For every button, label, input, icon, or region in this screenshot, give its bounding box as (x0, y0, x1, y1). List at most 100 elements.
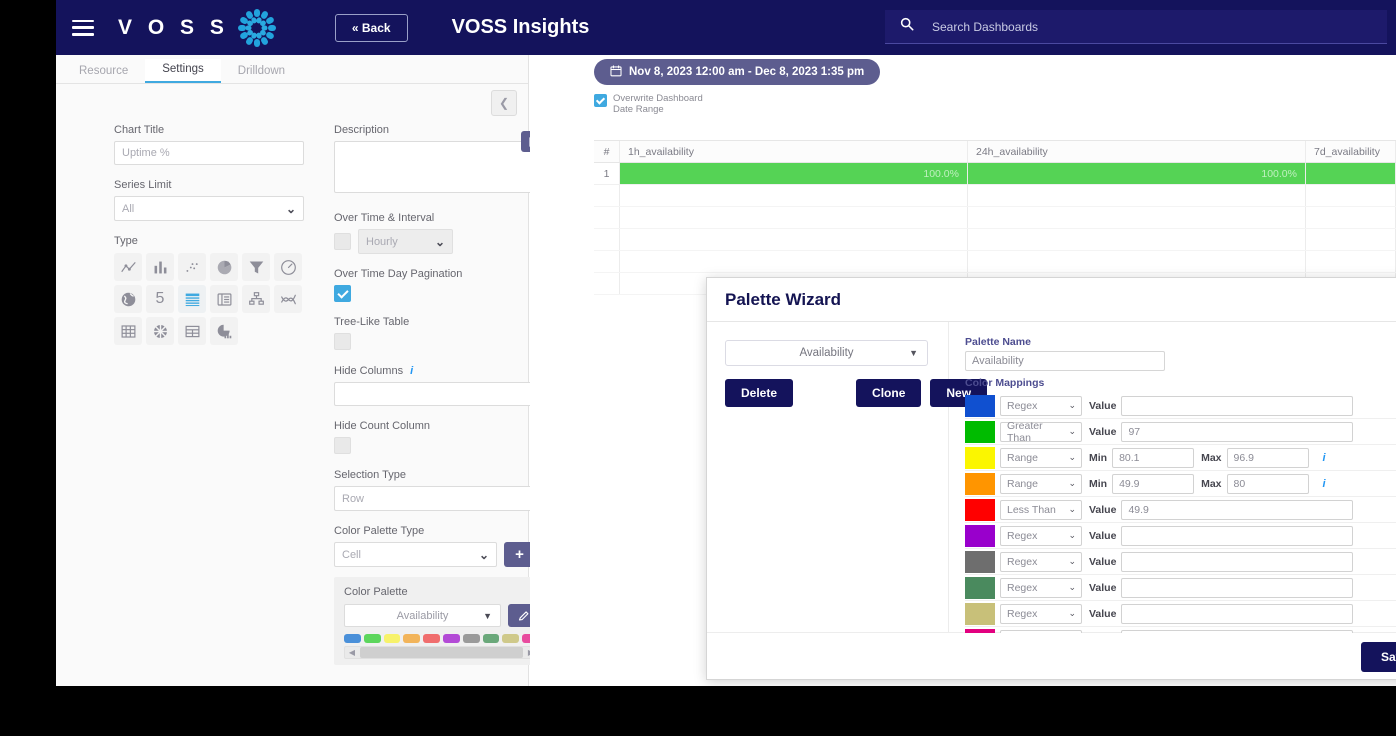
mapping-value-input[interactable] (1121, 499, 1354, 520)
tab-settings[interactable]: Settings (145, 59, 221, 83)
pivot-table-icon[interactable] (178, 317, 206, 345)
scatter-chart-icon[interactable] (178, 253, 206, 281)
hamburger-icon[interactable] (72, 19, 94, 36)
mapping-min-input[interactable] (1112, 447, 1195, 468)
search-bar[interactable] (885, 10, 1387, 44)
mapping-type-select[interactable]: Regex⌄ (1000, 525, 1082, 546)
series-limit-value: All (122, 202, 135, 215)
search-input[interactable] (930, 18, 1350, 35)
scroll-thumb[interactable] (360, 647, 523, 658)
mapping-color-swatch[interactable] (965, 602, 995, 625)
mapping-max-input[interactable] (1226, 447, 1309, 468)
mapping-color-swatch[interactable] (965, 628, 995, 633)
interval-select[interactable]: Hourly ⌄ (358, 229, 453, 254)
color-palette-value: Availability (396, 609, 449, 622)
mapping-type-select[interactable]: Regex⌄ (1000, 603, 1082, 624)
mapping-color-swatch[interactable] (965, 472, 995, 495)
mapping-color-swatch[interactable] (965, 446, 995, 469)
table-header-1h: 1h_availability (620, 141, 968, 162)
tree-like-table-checkbox[interactable] (334, 333, 351, 351)
chevron-left-icon[interactable]: ❮ (491, 90, 517, 116)
mapping-color-swatch[interactable] (965, 498, 995, 521)
palette-swatch[interactable] (383, 634, 401, 643)
org-chart-icon[interactable] (242, 285, 270, 313)
clone-button[interactable]: Clone (856, 379, 922, 407)
chevron-down-icon: ⌄ (1068, 608, 1076, 618)
mapping-color-swatch[interactable] (965, 394, 995, 417)
delete-button[interactable]: Delete (725, 379, 794, 407)
description-textarea[interactable] (334, 141, 549, 193)
mapping-color-swatch[interactable] (965, 576, 995, 599)
hide-count-column-checkbox[interactable] (334, 437, 351, 455)
palette-swatch[interactable] (363, 634, 381, 643)
mapping-type-select[interactable]: Less Than ⌄ (1000, 499, 1082, 520)
mapping-color-swatch[interactable] (965, 420, 995, 443)
table-row[interactable]: 1 100.0% 100.0% (594, 163, 1396, 185)
info-icon[interactable]: i (1323, 452, 1326, 464)
mapping-value-input[interactable] (1121, 525, 1354, 546)
palette-dropdown[interactable]: Availability ▼ (725, 340, 928, 366)
bar-chart-icon[interactable] (146, 253, 174, 281)
palette-name-input[interactable] (965, 351, 1165, 371)
mapping-value-input[interactable] (1121, 629, 1354, 633)
mapping-type-select[interactable]: Range ⌄ (1000, 447, 1082, 468)
mapping-type-select[interactable]: Regex⌄ (1000, 395, 1082, 416)
color-palette-select[interactable]: Availability ▼ (344, 604, 501, 627)
mapping-type-select[interactable]: Regex⌄ (1000, 551, 1082, 572)
mapping-type-select[interactable]: Regex⌄ (1000, 629, 1082, 633)
combo-chart-icon[interactable] (210, 317, 238, 345)
heatmap-icon[interactable] (114, 317, 142, 345)
overwrite-dashboard-date-range: Overwrite Dashboard Date Range (594, 93, 703, 115)
mapping-color-swatch[interactable] (965, 550, 995, 573)
over-time-day-pagination-checkbox[interactable] (334, 285, 351, 302)
single-value-icon[interactable]: 5 (146, 285, 174, 313)
info-icon[interactable]: i (1323, 478, 1326, 490)
mapping-type-select[interactable]: Range ⌄ (1000, 473, 1082, 494)
mapping-value-input[interactable] (1121, 577, 1354, 598)
mapping-min-input[interactable] (1112, 473, 1195, 494)
palette-swatch[interactable] (442, 634, 460, 643)
mapping-max-input[interactable] (1226, 473, 1309, 494)
tab-drilldown[interactable]: Drilldown (221, 61, 302, 83)
pie-chart-icon[interactable] (210, 253, 238, 281)
mapping-type-select[interactable]: Greater Than ⌄ (1000, 420, 1082, 444)
table-cell-1h: 100.0% (620, 163, 968, 184)
chevron-down-icon: ⌄ (1068, 426, 1076, 436)
mapping-value-input[interactable] (1121, 551, 1354, 572)
hide-columns-input[interactable] (334, 382, 549, 406)
table-grid-icon[interactable] (178, 285, 206, 313)
palette-swatch[interactable] (423, 634, 440, 643)
chart-title-input[interactable] (114, 141, 304, 165)
mapping-value-input[interactable] (1121, 603, 1354, 624)
area-spline-icon[interactable] (274, 285, 302, 313)
date-range-chip[interactable]: Nov 8, 2023 12:00 am - Dec 8, 2023 1:35 … (594, 59, 881, 85)
mapping-type-select[interactable]: Regex⌄ (1000, 577, 1082, 598)
overwrite-date-range-checkbox[interactable] (594, 94, 607, 107)
line-chart-icon[interactable] (114, 253, 142, 281)
scroll-left-icon[interactable]: ◀ (345, 648, 359, 657)
card-table-icon[interactable] (210, 285, 238, 313)
mapping-value-input[interactable] (1121, 395, 1354, 416)
tab-resource[interactable]: Resource (62, 61, 145, 83)
palette-horizontal-scrollbar[interactable]: ◀ ▶ (344, 646, 539, 659)
series-limit-select[interactable]: All ⌄ (114, 196, 304, 221)
palette-swatch[interactable] (344, 634, 361, 643)
globe-map-icon[interactable] (114, 285, 142, 313)
palette-swatch[interactable] (403, 634, 421, 643)
palette-swatch[interactable] (462, 634, 480, 643)
selection-type-select[interactable]: Row ⌄ (334, 486, 549, 511)
over-time-day-pagination-label: Over Time Day Pagination (334, 268, 463, 280)
gauge-chart-icon[interactable] (274, 253, 302, 281)
info-icon[interactable]: i (410, 365, 413, 377)
hide-count-column-label: Hide Count Column (334, 420, 430, 432)
save-button[interactable]: Save (1360, 641, 1396, 672)
mapping-color-swatch[interactable] (965, 524, 995, 547)
mapping-value-input[interactable] (1121, 421, 1354, 442)
palette-swatch[interactable] (482, 634, 500, 643)
color-palette-type-select[interactable]: Cell ⌄ (334, 542, 497, 567)
back-button[interactable]: « Back (334, 13, 408, 42)
sunburst-icon[interactable] (146, 317, 174, 345)
palette-swatch[interactable] (502, 634, 520, 643)
funnel-chart-icon[interactable] (242, 253, 270, 281)
over-time-checkbox[interactable] (334, 233, 351, 250)
